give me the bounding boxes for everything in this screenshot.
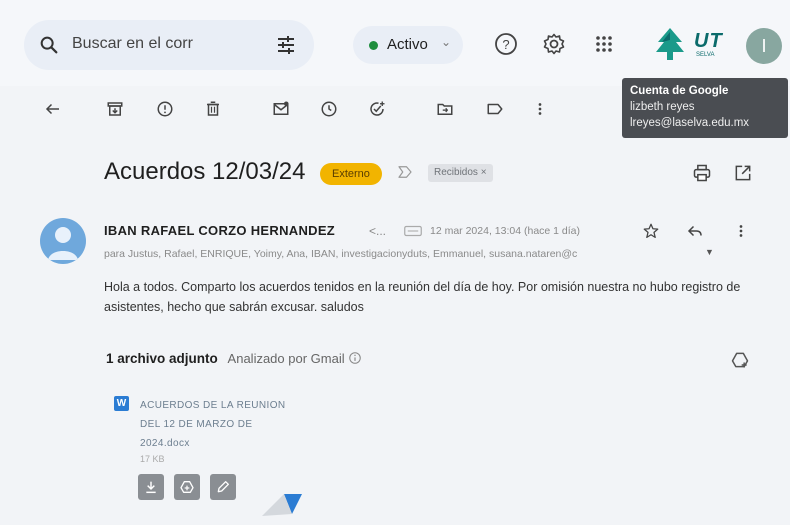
word-file-icon: W: [114, 396, 129, 411]
file-preview-corner-icon: [262, 494, 302, 521]
tooltip-title: Cuenta de Google: [630, 85, 729, 97]
external-badge: Externo: [320, 163, 382, 185]
download-icon[interactable]: [138, 474, 164, 500]
attachments-header: 1 archivo adjunto Analizado por Gmail: [106, 351, 362, 368]
open-new-window-icon[interactable]: [733, 163, 753, 183]
scanned-by-gmail: Analizado por Gmail: [227, 351, 345, 367]
gear-icon[interactable]: [542, 32, 566, 56]
mark-unread-icon[interactable]: [272, 100, 290, 118]
svg-text:?: ?: [502, 37, 509, 52]
sender-name[interactable]: IBAN RAFAEL CORZO HERNANDEZ: [104, 223, 335, 238]
tooltip-account-email: lreyes@laselva.edu.mx: [630, 117, 750, 129]
organization-logo: UT SELVA: [650, 26, 735, 62]
attachment-filename[interactable]: ACUERDOS DE LA REUNION DEL 12 DE MARZO D…: [140, 396, 300, 453]
edit-pencil-icon[interactable]: [210, 474, 236, 500]
logo-text: UT: [694, 30, 723, 52]
label-icon[interactable]: [486, 100, 504, 118]
back-arrow-icon[interactable]: [44, 100, 62, 118]
attachment-count: 1 archivo adjunto: [106, 351, 218, 367]
show-details-caret-icon[interactable]: ▼: [705, 247, 714, 257]
label-tag-icon: [404, 224, 422, 242]
apps-grid-icon[interactable]: [592, 32, 616, 56]
archive-icon[interactable]: [106, 100, 124, 118]
sender-avatar[interactable]: [40, 218, 86, 264]
tooltip-account-name: lizbeth reyes: [630, 101, 695, 113]
report-spam-icon[interactable]: [156, 100, 174, 118]
status-label: Activo: [387, 36, 428, 53]
email-date: 12 mar 2024, 13:04 (hace 1 día): [430, 225, 581, 237]
attachment-size: 17 KB: [140, 454, 165, 464]
move-to-folder-icon[interactable]: [436, 100, 454, 118]
active-status-dot: [369, 41, 378, 50]
info-icon[interactable]: [348, 351, 362, 368]
reply-icon[interactable]: [686, 222, 704, 240]
attachment-card[interactable]: W ACUERDOS DE LA REUNION DEL 12 DE MARZO…: [104, 388, 304, 518]
recipients-list: para Justus, Rafael, ENRIQUE, Yoimy, Ana…: [104, 248, 578, 260]
search-options-icon[interactable]: [274, 33, 298, 62]
inbox-label-chip[interactable]: Recibidos ×: [428, 164, 493, 182]
message-more-icon[interactable]: [735, 222, 747, 240]
save-to-drive-icon[interactable]: [174, 474, 200, 500]
snooze-clock-icon[interactable]: [320, 100, 338, 118]
add-task-icon[interactable]: [368, 100, 386, 118]
print-icon[interactable]: [692, 163, 712, 183]
account-tooltip: Cuenta de Google lizbeth reyes lreyes@la…: [622, 78, 788, 138]
search-icon[interactable]: [38, 34, 60, 61]
add-to-drive-icon[interactable]: [730, 350, 750, 370]
email-body: Hola a todos. Comparto los acuerdos teni…: [104, 280, 741, 314]
search-input[interactable]: Buscar en el corr: [72, 35, 193, 53]
person-icon: [48, 227, 78, 260]
importance-marker-icon[interactable]: [396, 163, 414, 186]
search-box[interactable]: Buscar en el corr: [24, 20, 314, 70]
logo-subtext: SELVA: [696, 52, 715, 58]
tree-logo-icon: [656, 28, 684, 60]
help-icon[interactable]: ?: [494, 32, 518, 56]
account-avatar[interactable]: I: [746, 28, 782, 64]
chevron-down-icon: ⌄: [441, 35, 452, 49]
sender-email: <...: [369, 224, 387, 238]
more-vertical-icon[interactable]: [534, 100, 546, 118]
top-bar: Buscar en el corr Activo ⌄ ? UT SELVA I: [0, 0, 790, 86]
star-icon[interactable]: [642, 222, 660, 240]
email-subject: Acuerdos 12/03/24: [104, 158, 306, 185]
delete-icon[interactable]: [204, 100, 222, 118]
status-selector[interactable]: Activo ⌄: [353, 26, 463, 64]
